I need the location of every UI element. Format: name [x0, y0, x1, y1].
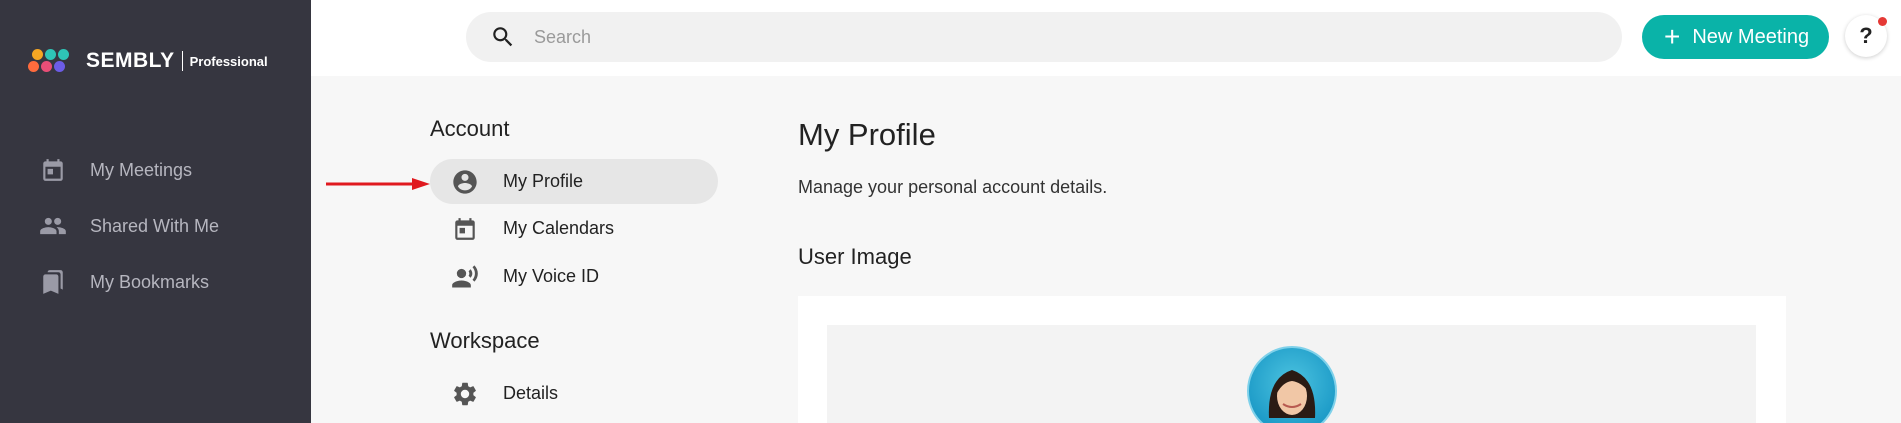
bookmarks-icon — [39, 268, 67, 296]
search-input[interactable] — [534, 26, 1434, 48]
people-icon — [39, 212, 67, 240]
sidebar-nav: My Meetings Shared With Me My Bookmarks — [0, 142, 311, 310]
logo-divider — [181, 51, 183, 71]
sembly-logo[interactable]: SEMBLY Professional — [28, 47, 268, 75]
sidebar-item-my-meetings[interactable]: My Meetings — [0, 142, 311, 198]
annotation-arrow — [326, 178, 430, 190]
account-section-title: Account — [430, 116, 510, 141]
sidebar: SEMBLY Professional My Meetings Shared W… — [0, 0, 311, 423]
new-meeting-label: New Meeting — [1692, 25, 1810, 48]
calendar-icon — [39, 156, 67, 184]
sidebar-item-label: My Meetings — [90, 159, 193, 180]
menu-item-label: My Voice ID — [503, 266, 600, 286]
brand-name: SEMBLY — [86, 49, 175, 72]
workspace-section-title: Workspace — [430, 328, 540, 353]
search-icon — [488, 22, 518, 52]
menu-item-label: My Calendars — [503, 218, 615, 238]
menu-item-my-calendars[interactable]: My Calendars — [430, 206, 718, 251]
voice-id-icon — [450, 262, 480, 292]
new-meeting-button[interactable]: + New Meeting — [1642, 15, 1829, 59]
gear-icon — [450, 379, 480, 409]
sidebar-item-label: My Bookmarks — [90, 271, 210, 292]
menu-item-my-voice-id[interactable]: My Voice ID — [430, 254, 718, 299]
menu-item-label: My Profile — [503, 171, 584, 191]
user-image-title: User Image — [798, 244, 912, 269]
top-bar: + New Meeting ? — [311, 0, 1901, 76]
sidebar-item-my-bookmarks[interactable]: My Bookmarks — [0, 254, 311, 310]
page-subtitle: Manage your personal account details. — [798, 177, 1108, 197]
calendar-icon — [450, 214, 480, 244]
sidebar-item-label: Shared With Me — [90, 215, 220, 236]
logo-mark-icon — [28, 47, 76, 75]
page-title: My Profile — [798, 117, 936, 152]
plus-icon: + — [1664, 21, 1681, 52]
account-circle-icon — [450, 167, 480, 197]
sidebar-item-shared-with-me[interactable]: Shared With Me — [0, 198, 311, 254]
menu-item-my-profile[interactable]: My Profile — [430, 159, 718, 204]
plan-label: Professional — [189, 53, 268, 69]
search-bar[interactable] — [466, 12, 1622, 62]
menu-item-details[interactable]: Details — [430, 371, 718, 416]
help-icon: ? — [1859, 23, 1873, 48]
menu-item-label: Details — [503, 383, 559, 403]
help-button[interactable]: ? — [1845, 15, 1887, 57]
notification-dot — [1878, 17, 1887, 26]
